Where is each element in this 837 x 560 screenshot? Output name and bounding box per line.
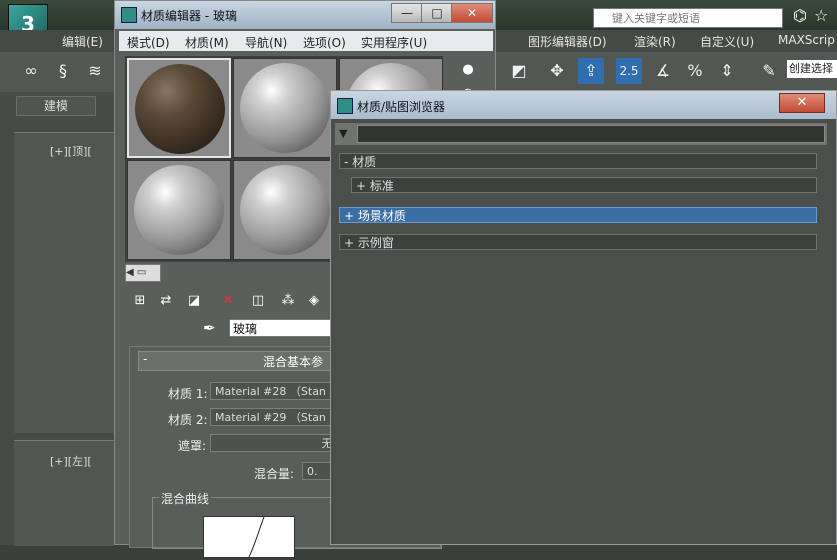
minimize-button[interactable]: — [391,3,423,23]
browser-titlebar[interactable]: 材质/贴图浏览器 [331,91,836,119]
browser-group-scene-materials[interactable]: + 场景材质 [339,207,817,223]
menu-graph-editors[interactable]: 图形编辑器(D) [528,33,607,50]
sample-slot[interactable] [233,58,337,158]
select-place-icon[interactable]: ⇪ [578,58,604,84]
binoculars-icon[interactable]: ⌬ [793,6,807,25]
unlink-icon[interactable]: § [50,58,76,84]
eyedropper-icon[interactable]: ✒ [203,319,216,337]
sphere-preview [240,165,330,255]
sphere-preview [135,64,225,154]
browser-title: 材质/贴图浏览器 [357,100,446,114]
dropdown-arrow-icon[interactable]: ▼ [339,127,347,140]
menu-navigation[interactable]: 导航(N) [245,34,287,51]
browser-group-sample-slots[interactable]: + 示例窗 [339,234,817,250]
put-to-scene-icon[interactable]: ⇄ [155,291,177,311]
rollout-title: 混合基本参 [263,355,324,369]
spinner-snap-icon[interactable]: ⇕ [714,58,740,84]
close-button[interactable]: ✕ [779,93,825,113]
search-input[interactable]: 键入关键字或短语 [593,8,783,28]
sample-slot[interactable] [127,160,231,260]
menu-utilities[interactable]: 实用程序(U) [361,34,427,51]
mix-amount-label: 混合量: [254,467,295,481]
mask-label: 遮罩: [178,439,207,453]
material1-label: 材质 1: [168,387,208,401]
bind-spacewarp-icon[interactable]: ≋ [82,58,108,84]
browser-group-standard[interactable]: + 标准 [351,177,817,193]
get-material-icon[interactable]: ⊞ [129,291,151,311]
menu-customize[interactable]: 自定义(U) [700,33,754,50]
edit-named-selection-icon[interactable]: ✎ [756,58,782,84]
reset-map-icon[interactable]: ✕ [217,291,239,311]
sphere-preview [240,63,330,153]
move-icon[interactable]: ✥ [544,58,570,84]
snap-readout[interactable]: 2.5 [616,58,642,84]
viewport-top[interactable]: [+][顶][ [14,132,114,433]
menu-modes[interactable]: 模式(D) [127,34,170,51]
sample-scrollbar[interactable]: ◀ ▭ [125,264,161,282]
collapse-icon: - [143,352,148,366]
create-selection-field[interactable]: 创建选择 [787,60,837,78]
angle-snap-icon[interactable]: ∡ [650,58,676,84]
copy-material-icon[interactable]: ◫ [247,291,269,311]
menu-render[interactable]: 渲染(R) [634,33,676,50]
menu-maxscript[interactable]: MAXScrip [778,33,835,47]
viewport-left-label[interactable]: [+][左][ [50,453,92,469]
sample-slot[interactable] [233,160,337,260]
percent-snap-icon[interactable]: % [682,58,708,84]
put-to-library-icon[interactable]: ◈ [303,291,325,311]
star-icon[interactable]: ☆ [814,6,828,25]
select-filter-icon[interactable]: ◩ [506,58,532,84]
menu-options[interactable]: 选项(O) [303,34,346,51]
maximize-button[interactable]: □ [421,3,453,23]
unique-icon[interactable]: ⁂ [277,291,299,311]
mix-curve-label: 混合曲线 [159,490,212,507]
material-editor-menubar: 模式(D) 材质(M) 导航(N) 选项(O) 实用程序(U) [119,31,493,51]
curve-line [248,516,265,558]
sphere-preview [134,165,224,255]
viewport-top-label[interactable]: [+][顶][ [50,143,92,159]
material-map-browser-window: 材质/贴图浏览器 ✕ ▼ - 材质 + 标准 + 场景材质 + 示例窗 [330,90,837,545]
assign-material-icon[interactable]: ◪ [183,291,205,311]
app-icon [337,98,353,114]
sample-slot[interactable] [127,58,231,158]
menu-edit[interactable]: 编辑(E) [62,33,103,50]
viewport-left[interactable]: [+][左][ [14,440,114,546]
material2-label: 材质 2: [168,413,208,427]
link-icon[interactable]: ∞ [18,58,44,84]
mix-curve-plot [203,516,295,558]
browser-group-materials[interactable]: - 材质 [339,153,817,169]
app-icon [121,7,137,23]
sample-type-icon[interactable]: ● [457,60,479,80]
tab-modeling[interactable]: 建模 [16,96,96,116]
close-button[interactable]: ✕ [451,3,493,23]
menu-material[interactable]: 材质(M) [185,34,229,51]
material-editor-title: 材质编辑器 - 玻璃 [141,9,237,23]
search-by-name-input[interactable] [357,125,825,143]
